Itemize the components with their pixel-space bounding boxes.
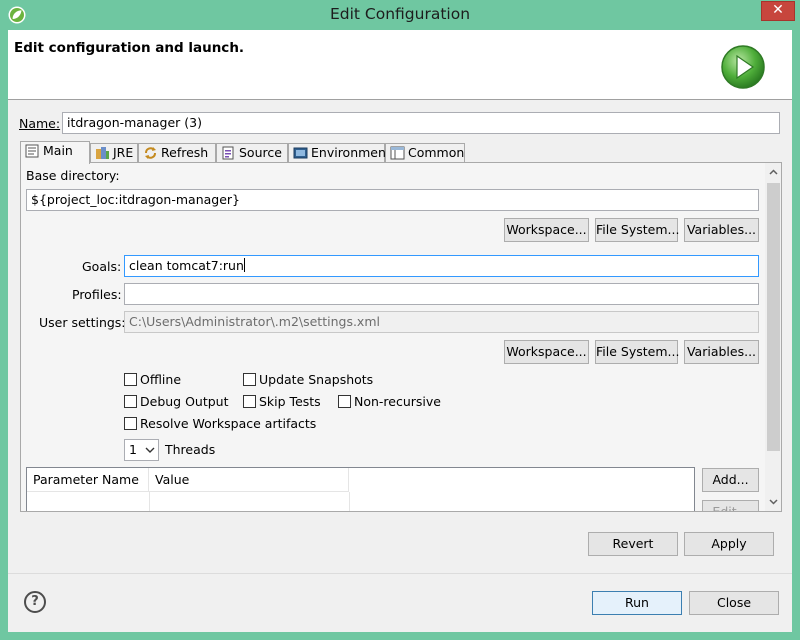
base-workspace-button[interactable]: Workspace... — [504, 218, 589, 242]
scroll-down-arrow-icon[interactable] — [768, 496, 779, 507]
settings-filesystem-label: File System... — [596, 344, 680, 359]
apply-button[interactable]: Apply — [684, 532, 774, 556]
goals-input[interactable]: clean tomcat7:run — [124, 255, 759, 277]
threads-value: 1 — [129, 442, 137, 457]
tab-environment[interactable]: Environment — [288, 143, 391, 163]
user-settings-input[interactable]: C:\Users\Administrator\.m2\settings.xml — [124, 311, 759, 333]
name-input-value: itdragon-manager (3) — [67, 115, 202, 130]
resolve-workspace-checkbox[interactable] — [124, 417, 137, 430]
settings-workspace-button[interactable]: Workspace... — [504, 340, 589, 364]
tab-common-label: Common — [408, 145, 465, 160]
goals-label: Goals: — [82, 259, 121, 274]
resolve-workspace-label: Resolve Workspace artifacts — [140, 416, 317, 431]
base-directory-value: ${project_loc:itdragon-manager} — [31, 192, 241, 207]
dialog-header: Edit configuration and launch. — [8, 30, 792, 100]
dialog-client-area: Edit configuration and launch. Name: itd… — [8, 30, 792, 632]
tab-refresh[interactable]: Refresh — [138, 143, 216, 163]
tab-jre[interactable]: JRE — [90, 143, 138, 163]
column-value-label: Value — [155, 472, 190, 487]
tab-environment-label: Environment — [311, 145, 391, 160]
threads-label: Threads — [165, 442, 216, 457]
text-caret — [243, 258, 245, 272]
environment-icon — [293, 147, 308, 159]
settings-workspace-label: Workspace... — [506, 344, 587, 359]
tab-source-label: Source — [239, 145, 282, 160]
settings-filesystem-button[interactable]: File System... — [595, 340, 680, 364]
debug-output-checkbox[interactable] — [124, 395, 137, 408]
add-parameter-button[interactable]: Add... — [702, 468, 759, 492]
main-tab-panel: Base directory: ${project_loc:itdragon-m… — [20, 162, 782, 512]
base-workspace-label: Workspace... — [506, 222, 587, 237]
skip-tests-label: Skip Tests — [259, 394, 321, 409]
update-snapshots-checkbox[interactable] — [243, 373, 256, 386]
profiles-label: Profiles: — [72, 287, 122, 302]
offline-label: Offline — [140, 372, 182, 387]
window-close-button[interactable]: ✕ — [761, 1, 795, 21]
settings-variables-button[interactable]: Variables... — [684, 340, 759, 364]
common-icon — [390, 146, 405, 160]
goals-value: clean tomcat7:run — [129, 258, 244, 273]
header-title: Edit configuration and launch. — [14, 40, 245, 56]
base-filesystem-button[interactable]: File System... — [595, 218, 680, 242]
run-label: Run — [625, 595, 649, 610]
update-snapshots-label: Update Snapshots — [259, 372, 374, 387]
goals-label-text: Goals: — [82, 259, 122, 274]
non-recursive-label: Non-recursive — [354, 394, 441, 409]
tab-refresh-label: Refresh — [161, 145, 209, 160]
run-launch-icon — [721, 45, 765, 89]
tab-common[interactable]: Common — [385, 143, 465, 163]
run-button[interactable]: Run — [592, 591, 682, 615]
threads-select[interactable]: 1 — [124, 439, 159, 461]
user-settings-label: User settings: — [39, 315, 126, 330]
close-label: Close — [716, 595, 752, 610]
apply-label: Apply — [711, 536, 747, 551]
non-recursive-checkbox[interactable] — [338, 395, 351, 408]
user-settings-value: C:\Users\Administrator\.m2\settings.xml — [129, 314, 380, 329]
column-value[interactable]: Value — [149, 468, 349, 492]
tab-main[interactable]: Main — [20, 141, 90, 164]
column-parameter-name[interactable]: Parameter Name — [27, 468, 149, 492]
title-bar[interactable]: Edit Configuration ✕ — [0, 0, 800, 30]
footer-divider — [8, 573, 792, 574]
name-label: Name: — [19, 116, 60, 131]
base-filesystem-label: File System... — [596, 222, 680, 237]
tab-jre-label: JRE — [113, 145, 134, 160]
jre-icon — [96, 147, 109, 159]
revert-button[interactable]: Revert — [588, 532, 678, 556]
panel-scrollbar[interactable] — [765, 163, 781, 511]
chevron-down-icon — [145, 447, 155, 453]
revert-label: Revert — [612, 536, 654, 551]
name-label-text: Name: — [19, 116, 61, 131]
base-variables-label: Variables... — [686, 222, 757, 237]
scrollbar-thumb[interactable] — [767, 183, 780, 451]
edit-configuration-window: Edit Configuration ✕ Edit configuration … — [0, 0, 800, 640]
column-divider — [149, 492, 150, 511]
tab-source[interactable]: Source — [216, 143, 288, 163]
source-icon — [222, 146, 234, 160]
base-directory-input[interactable]: ${project_loc:itdragon-manager} — [26, 189, 759, 211]
add-parameter-label: Add... — [712, 472, 749, 487]
edit-parameter-button[interactable]: Edit... — [702, 500, 759, 512]
name-input[interactable]: itdragon-manager (3) — [62, 112, 780, 134]
main-tab-icon — [25, 144, 39, 158]
edit-parameter-label: Edit... — [712, 504, 749, 512]
window-title: Edit Configuration — [329, 5, 471, 23]
scroll-up-arrow-icon[interactable] — [768, 167, 779, 178]
base-directory-label: Base directory: — [26, 168, 120, 183]
profiles-input[interactable] — [124, 283, 759, 305]
offline-checkbox[interactable] — [124, 373, 137, 386]
tab-main-label: Main — [43, 143, 73, 158]
base-variables-button[interactable]: Variables... — [684, 218, 759, 242]
help-icon[interactable]: ? — [24, 591, 46, 613]
settings-variables-label: Variables... — [686, 344, 757, 359]
close-button[interactable]: Close — [689, 591, 779, 615]
debug-output-label: Debug Output — [140, 394, 229, 409]
skip-tests-checkbox[interactable] — [243, 395, 256, 408]
column-parameter-name-label: Parameter Name — [33, 472, 139, 487]
refresh-icon — [145, 147, 156, 159]
column-divider — [349, 492, 350, 511]
parameter-table[interactable]: Parameter Name Value — [26, 467, 695, 511]
